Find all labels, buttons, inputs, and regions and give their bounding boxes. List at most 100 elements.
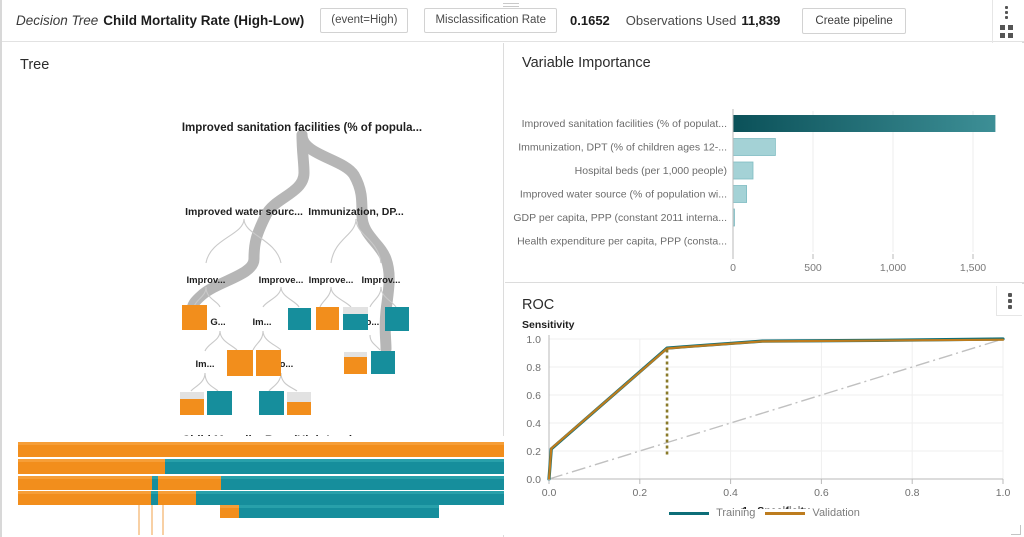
roc-baseline-line	[548, 338, 1004, 480]
tree-leaf-node[interactable]	[288, 308, 311, 330]
model-kind-label: Decision Tree	[16, 13, 99, 28]
icicle-segment-highlight	[221, 476, 504, 479]
tree-node-label: Improve...	[309, 275, 354, 286]
handle-line	[503, 3, 519, 4]
tree-node-label: Immunization, DP...	[308, 206, 404, 218]
tree-leaf-node[interactable]	[256, 350, 281, 376]
x-axis-tick-label: 0.2	[632, 487, 647, 499]
tree-node-label: Im...	[195, 359, 214, 370]
tree-node-label: Improved sanitation facilities (% of pop…	[182, 122, 422, 134]
roc-legend-swatch-training	[669, 511, 710, 515]
roc-panel: ROC Sensitivity 0.0 0.2 0.4 0.6 0.8 1.0 0.0 0.2…	[505, 284, 1024, 537]
icicle-segment-highlight	[196, 491, 469, 494]
variable-importance-panel: Variable Importance Improved sanitation …	[505, 43, 1024, 283]
icicle-segment-highlight	[239, 505, 439, 508]
tree-leaf-node[interactable]	[343, 314, 368, 330]
tree-node-label: Im...	[252, 317, 271, 328]
kebab-menu-icon[interactable]	[1005, 6, 1008, 19]
bar-category-label: Immunization, DPT (% of children ages 12…	[518, 142, 727, 154]
y-axis-tick-label: 0.4	[526, 418, 541, 430]
roc-panel-menu[interactable]	[996, 286, 1022, 316]
tree-node-label: Improved water sourc...	[185, 206, 303, 218]
bar-category-label: Hospital beds (per 1,000 people)	[575, 165, 727, 177]
x-axis-tick-label: 0.0	[542, 487, 557, 499]
x-axis-tick-label: 1,000	[880, 262, 906, 274]
tree-leaf-top	[180, 392, 204, 399]
observations-used-value: 11,839	[741, 13, 781, 28]
roc-legend-label-training: Training	[716, 507, 756, 519]
icicle-panel	[4, 436, 504, 535]
tree-leaf-node[interactable]	[287, 402, 311, 415]
icicle-segment-highlight	[18, 442, 504, 445]
decision-tree-results-page: Decision Tree Child Mortality Rate (High…	[0, 0, 1024, 537]
tree-leaf-node[interactable]	[371, 351, 395, 374]
tree-node-label: Improv...	[187, 275, 226, 286]
metric-selector-pill[interactable]: Misclassification Rate	[424, 8, 558, 33]
x-axis-tick-label: 0.8	[905, 487, 920, 499]
roc-legend: Training Validation	[505, 507, 1024, 519]
tree-leaf-top	[344, 352, 367, 357]
expand-icon[interactable]	[1000, 25, 1013, 38]
roc-chart[interactable]: 0.00.20.40.60.81.00.00.20.40.60.81.01 - …	[505, 284, 1024, 509]
tree-leaf-node[interactable]	[182, 305, 207, 330]
handle-line	[503, 6, 519, 7]
tree-leaf-node[interactable]	[316, 307, 339, 330]
bar[interactable]	[733, 115, 996, 132]
bar-category-label: GDP per capita, PPP (constant 2011 inter…	[513, 212, 727, 224]
y-axis-tick-label: 0.0	[526, 474, 541, 486]
icicle-chart[interactable]	[4, 436, 504, 535]
tree-node-label: G...	[210, 317, 225, 328]
bar-category-label: Improved sanitation facilities (% of pop…	[522, 118, 727, 130]
x-axis-tick-label: 1.0	[996, 487, 1011, 499]
metric-value: 0.1652	[570, 13, 610, 28]
tree-leaf-node[interactable]	[259, 391, 284, 415]
x-axis-tick-label: 0.4	[723, 487, 738, 499]
tree-node-label: Improv...	[362, 275, 401, 286]
tree-node-label: Improve...	[259, 275, 304, 286]
bar-category-label: Improved water source (% of population w…	[520, 189, 727, 201]
event-level-pill[interactable]: (event=High)	[320, 8, 409, 33]
tree-leaf-node[interactable]	[344, 357, 367, 374]
page-title: Child Mortality Rate (High-Low)	[103, 13, 305, 28]
decision-tree-diagram[interactable]: Improved sanitation facilities (% of pop…	[4, 43, 504, 443]
roc-legend-item-training[interactable]: Training	[669, 507, 755, 519]
tree-leaf-top	[287, 392, 311, 402]
x-axis-title: Importance	[841, 282, 898, 283]
icicle-segment-highlight	[437, 491, 504, 494]
kebab-menu-icon[interactable]	[1007, 292, 1012, 309]
y-axis-tick-label: 0.2	[526, 446, 541, 458]
panel-collapse-handle[interactable]	[503, 3, 519, 7]
bar[interactable]	[732, 185, 747, 203]
bar[interactable]	[732, 138, 776, 156]
x-axis-tick-label: 0.6	[814, 487, 829, 499]
header-icon-stack	[992, 0, 1020, 44]
resize-grip-icon[interactable]	[1011, 525, 1021, 535]
x-axis-tick-label: 1,500	[960, 262, 986, 274]
y-axis-tick-label: 0.6	[526, 390, 541, 402]
icicle-segment-highlight	[151, 491, 158, 494]
icicle-segment-highlight	[165, 459, 504, 462]
x-axis-tick-label: 0	[730, 262, 736, 274]
roc-legend-item-validation[interactable]: Validation	[765, 507, 860, 519]
icicle-segment-highlight	[158, 491, 196, 494]
icicle-segment-highlight	[152, 476, 158, 479]
variable-importance-chart[interactable]: Improved sanitation facilities (% of pop…	[505, 43, 1024, 283]
icicle-segment-highlight	[158, 476, 221, 479]
bar[interactable]	[732, 161, 754, 180]
roc-legend-swatch-validation	[765, 511, 806, 515]
x-axis-tick-label: 500	[804, 262, 822, 274]
tree-leaf-top	[343, 307, 368, 314]
tree-leaf-node[interactable]	[180, 399, 204, 415]
bar-category-label: Health expenditure per capita, PPP (cons…	[517, 236, 727, 248]
icicle-segment-highlight	[18, 491, 151, 494]
tree-leaf-node[interactable]	[227, 350, 253, 376]
y-axis-tick-label: 0.8	[526, 362, 541, 374]
roc-legend-label-validation: Validation	[812, 507, 860, 519]
icicle-segment-highlight	[220, 505, 239, 508]
tree-leaf-node[interactable]	[207, 391, 232, 415]
create-pipeline-button[interactable]: Create pipeline	[802, 7, 906, 34]
tree-leaf-node[interactable]	[385, 307, 409, 331]
icicle-segment-highlight	[18, 476, 152, 479]
icicle-segment-highlight	[18, 459, 165, 462]
y-axis-tick-label: 1.0	[526, 334, 541, 346]
